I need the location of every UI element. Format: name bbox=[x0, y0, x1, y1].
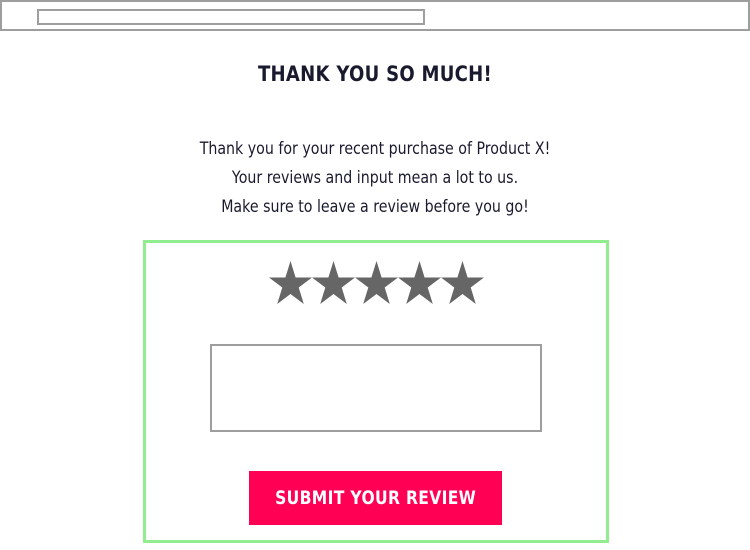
message-line: Your reviews and input mean a lot to us. bbox=[231, 168, 519, 187]
browser-top-bar bbox=[0, 0, 750, 31]
submit-review-label: SUBMIT YOUR REVIEW bbox=[274, 487, 477, 509]
star-rating[interactable] bbox=[146, 255, 606, 315]
url-field[interactable] bbox=[37, 9, 425, 25]
review-form: SUBMIT YOUR REVIEW bbox=[143, 240, 609, 543]
star-icon[interactable] bbox=[268, 255, 312, 315]
submit-review-button[interactable]: SUBMIT YOUR REVIEW bbox=[249, 471, 502, 525]
star-icon[interactable] bbox=[354, 255, 398, 315]
star-icon[interactable] bbox=[440, 255, 484, 315]
review-textarea[interactable] bbox=[210, 344, 542, 432]
thank-you-message: Thank you for your recent purchase of Pr… bbox=[53, 134, 698, 221]
page-title: THANK YOU SO MUCH! bbox=[257, 62, 493, 86]
review-page: THANK YOU SO MUCH! Thank you for your re… bbox=[0, 0, 750, 550]
star-icon[interactable] bbox=[311, 255, 355, 315]
message-line: Make sure to leave a review before you g… bbox=[221, 197, 529, 216]
star-icon[interactable] bbox=[397, 255, 441, 315]
message-line: Thank you for your recent purchase of Pr… bbox=[199, 139, 551, 158]
